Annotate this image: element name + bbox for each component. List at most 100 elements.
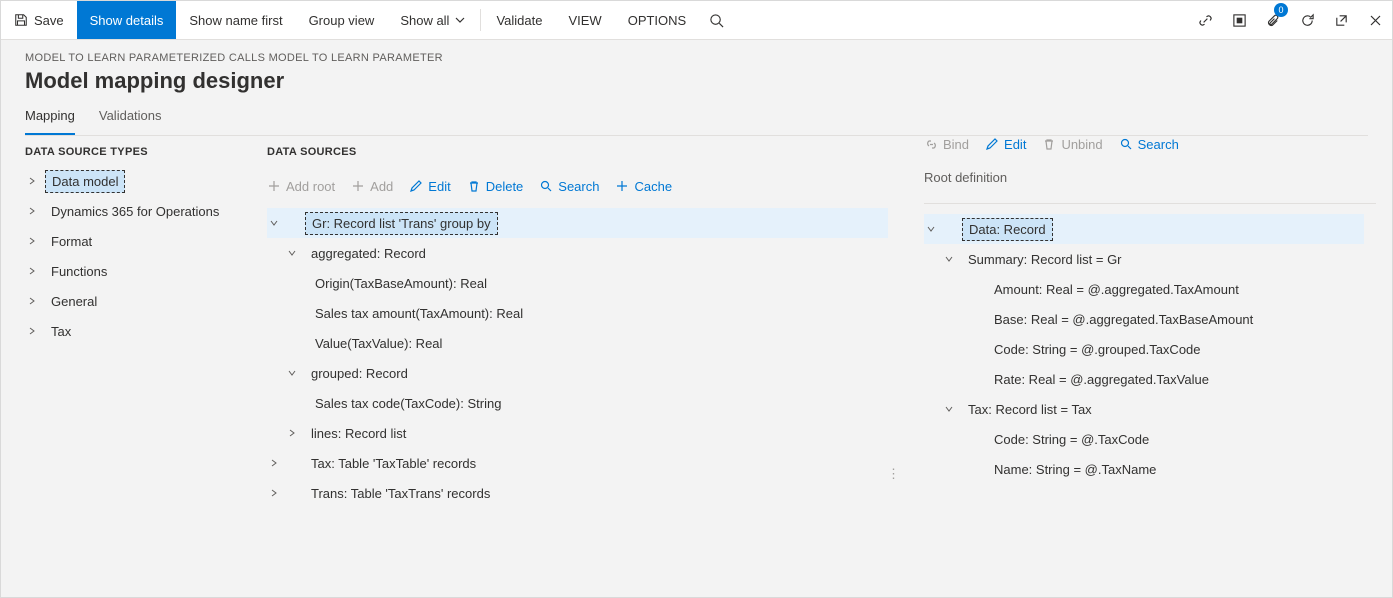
save-button[interactable]: Save [1,1,77,39]
model-row-rate[interactable]: Rate: Real = @.aggregated.TaxValue [924,364,1376,394]
caret-down-icon[interactable] [942,402,956,416]
model-row-data[interactable]: Data: Record [924,214,1364,244]
tabs: Mapping Validations [25,108,1368,136]
types-row-general[interactable]: General [25,286,245,316]
search-label: Search [558,179,599,194]
tab-validations[interactable]: Validations [99,108,162,135]
sources-row-sales-tax-code[interactable]: Sales tax code(TaxCode): String [267,388,900,418]
model-row-summary[interactable]: Summary: Record list = Gr [924,244,1376,274]
model-label: Summary: Record list = Gr [962,249,1128,270]
sources-row-lines[interactable]: lines: Record list [267,418,900,448]
pencil-icon [985,137,999,151]
types-row-functions[interactable]: Functions [25,256,245,286]
sources-label: grouped: Record [305,363,414,384]
types-row-format[interactable]: Format [25,226,245,256]
caret-right-icon[interactable] [25,174,39,188]
sources-row-trans[interactable]: Trans: Table 'TaxTrans' records [267,478,900,508]
show-all-label: Show all [400,13,449,28]
add-button[interactable]: Add [351,179,393,194]
caret-down-icon[interactable] [285,366,299,380]
tab-mapping[interactable]: Mapping [25,108,75,135]
types-row-data-model[interactable]: Data model [25,166,245,196]
caret-right-icon[interactable] [285,426,299,440]
caret-right-icon[interactable] [25,324,39,338]
caret-down-icon[interactable] [942,252,956,266]
caret-right-icon[interactable] [25,264,39,278]
search-icon [1119,137,1133,151]
edit-label: Edit [428,179,450,194]
delete-button[interactable]: Delete [467,179,524,194]
types-label: Data model [45,170,125,193]
model-search-button[interactable]: Search [1119,137,1179,152]
bind-label: Bind [943,137,969,152]
model-label: Amount: Real = @.aggregated.TaxAmount [988,279,1245,300]
bind-button[interactable]: Bind [924,137,969,152]
attachments-button[interactable]: 0 [1256,1,1290,39]
caret-right-icon[interactable] [25,234,39,248]
validate-button[interactable]: Validate [483,1,555,39]
data-sources-cmdbar: Add root Add Edit Delete Search [267,166,900,206]
view-button[interactable]: VIEW [555,1,614,39]
sources-label: Origin(TaxBaseAmount): Real [309,273,493,294]
model-row-amount[interactable]: Amount: Real = @.aggregated.TaxAmount [924,274,1376,304]
caret-down-icon[interactable] [924,222,938,236]
types-row-tax[interactable]: Tax [25,316,245,346]
sources-label: aggregated: Record [305,243,432,264]
sources-label: Gr: Record list 'Trans' group by [305,212,498,235]
model-row-tax[interactable]: Tax: Record list = Tax [924,394,1376,424]
caret-right-icon[interactable] [25,204,39,218]
attachments-count: 0 [1274,3,1288,17]
group-view-button[interactable]: Group view [296,1,388,39]
panel-grip[interactable]: ⋮ [887,466,902,482]
caret-right-icon[interactable] [25,294,39,308]
refresh-button[interactable] [1290,1,1324,39]
types-row-d365[interactable]: Dynamics 365 for Operations [25,196,245,226]
search-button[interactable]: Search [539,179,599,194]
link-button[interactable] [1188,1,1222,39]
caret-right-icon[interactable] [267,456,281,470]
caret-right-icon[interactable] [267,486,281,500]
model-label: Data: Record [962,218,1053,241]
close-button[interactable] [1358,1,1392,39]
group-view-label: Group view [309,13,375,28]
data-model-panel: Data model Bind Edit Unbind Search [908,136,1392,597]
edit-button[interactable]: Edit [409,179,450,194]
options-button[interactable]: OPTIONS [615,1,700,39]
types-label: Dynamics 365 for Operations [45,201,225,222]
popout-button[interactable] [1324,1,1358,39]
sources-row-tax[interactable]: Tax: Table 'TaxTable' records [267,448,900,478]
chevron-down-icon [455,15,465,25]
show-all-button[interactable]: Show all [387,1,478,39]
trash-icon [467,179,481,193]
data-source-types-panel: Data source types Data model Dynamics 36… [1,136,253,597]
show-details-button[interactable]: Show details [77,1,177,39]
sources-row-value[interactable]: Value(TaxValue): Real [267,328,900,358]
sources-row-aggregated[interactable]: aggregated: Record [267,238,900,268]
sources-label: Trans: Table 'TaxTrans' records [305,483,496,504]
model-row-tax-name[interactable]: Name: String = @.TaxName [924,454,1376,484]
show-name-first-button[interactable]: Show name first [176,1,295,39]
sources-row-grouped[interactable]: grouped: Record [267,358,900,388]
add-root-button[interactable]: Add root [267,179,335,194]
unbind-button[interactable]: Unbind [1042,137,1102,152]
sources-label: Value(TaxValue): Real [309,333,448,354]
page-title: Model mapping designer [25,68,1368,94]
types-label: Functions [45,261,113,282]
model-row-code[interactable]: Code: String = @.grouped.TaxCode [924,334,1376,364]
model-row-tax-code[interactable]: Code: String = @.TaxCode [924,424,1376,454]
plus-icon [267,179,281,193]
toolbar-search-button[interactable] [699,1,733,39]
model-edit-button[interactable]: Edit [985,137,1026,152]
caret-down-icon[interactable] [285,246,299,260]
sources-row-gr[interactable]: Gr: Record list 'Trans' group by [267,208,888,238]
sources-row-sales-tax-amount[interactable]: Sales tax amount(TaxAmount): Real [267,298,900,328]
model-search-label: Search [1138,137,1179,152]
office-button[interactable] [1222,1,1256,39]
breadcrumb: MODEL TO LEARN PARAMETERIZED CALLS MODEL… [25,52,1368,64]
data-sources-header: Data sources [267,146,900,158]
caret-down-icon[interactable] [267,216,281,230]
model-row-base[interactable]: Base: Real = @.aggregated.TaxBaseAmount [924,304,1376,334]
bind-icon [924,137,938,151]
sources-row-origin[interactable]: Origin(TaxBaseAmount): Real [267,268,900,298]
cache-button[interactable]: Cache [615,179,672,194]
